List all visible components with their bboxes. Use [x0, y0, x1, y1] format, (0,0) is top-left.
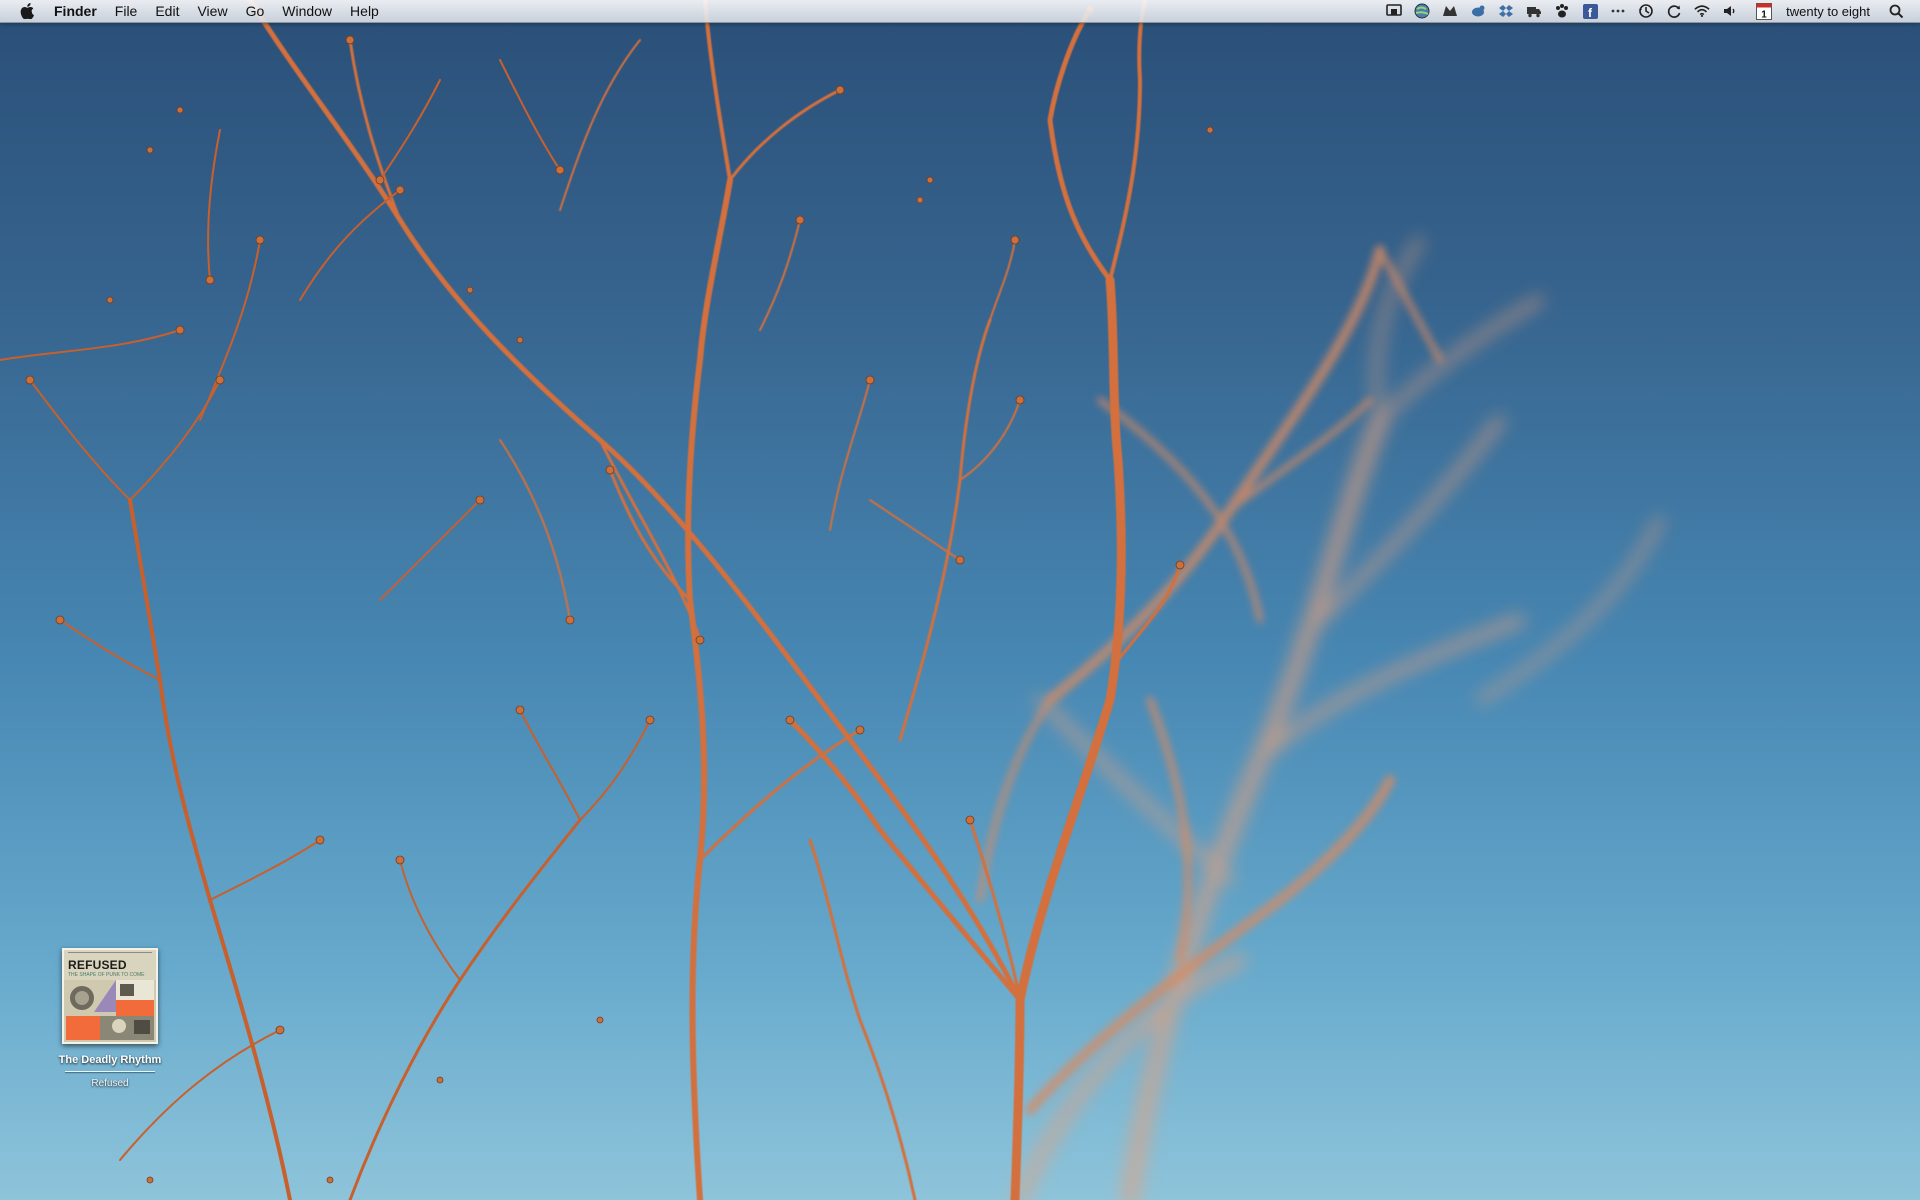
menu-edit[interactable]: Edit	[146, 0, 188, 22]
menu-bar-clock[interactable]: twenty to eight	[1786, 4, 1870, 19]
icon-divider	[65, 1071, 155, 1072]
spotlight-search-icon[interactable]	[1888, 3, 1904, 19]
globe-icon[interactable]	[1414, 3, 1430, 19]
airport-display-icon[interactable]	[1386, 3, 1402, 19]
menu-help[interactable]: Help	[341, 0, 388, 22]
desktop-wallpaper	[0, 0, 1664, 1200]
twitter-bird-icon[interactable]	[1470, 3, 1486, 19]
desktop[interactable]: Finder File Edit View Go Window Help f 1…	[0, 0, 1920, 1200]
apple-menu-icon[interactable]	[16, 0, 38, 22]
menu-file[interactable]: File	[106, 0, 147, 22]
sync-icon[interactable]	[1666, 3, 1682, 19]
menu-view[interactable]: View	[188, 0, 236, 22]
ellipsis-icon[interactable]	[1610, 3, 1626, 19]
desktop-icon-label: The Deadly Rhythm	[58, 1054, 162, 1066]
truck-delivery-icon[interactable]	[1526, 3, 1542, 19]
desktop-file-icon[interactable]: REFUSED THE SHAPE OF PUNK TO COME The De…	[56, 948, 164, 1089]
volume-icon[interactable]	[1722, 3, 1738, 19]
wifi-icon[interactable]	[1694, 3, 1710, 19]
dropbox-icon[interactable]	[1498, 3, 1514, 19]
album-cover-art	[64, 980, 156, 1042]
menu-go[interactable]: Go	[237, 0, 274, 22]
growl-paw-icon[interactable]	[1442, 3, 1458, 19]
desktop-icon-sublabel: Refused	[91, 1078, 129, 1089]
calendar-day: 1	[1761, 9, 1767, 20]
menu-window[interactable]: Window	[273, 0, 341, 22]
menu-finder[interactable]: Finder	[50, 0, 106, 22]
menu-bar-extras: f 1 twenty to eight	[1380, 0, 1920, 22]
album-artwork[interactable]: REFUSED THE SHAPE OF PUNK TO COME	[62, 948, 158, 1044]
menu-bar-left: Finder File Edit View Go Window Help	[0, 0, 388, 22]
calendar-icon[interactable]: 1	[1756, 2, 1773, 20]
facebook-icon[interactable]: f	[1582, 3, 1598, 19]
time-machine-icon[interactable]	[1638, 3, 1654, 19]
paw-icon[interactable]	[1554, 3, 1570, 19]
menu-bar: Finder File Edit View Go Window Help f 1…	[0, 0, 1920, 23]
